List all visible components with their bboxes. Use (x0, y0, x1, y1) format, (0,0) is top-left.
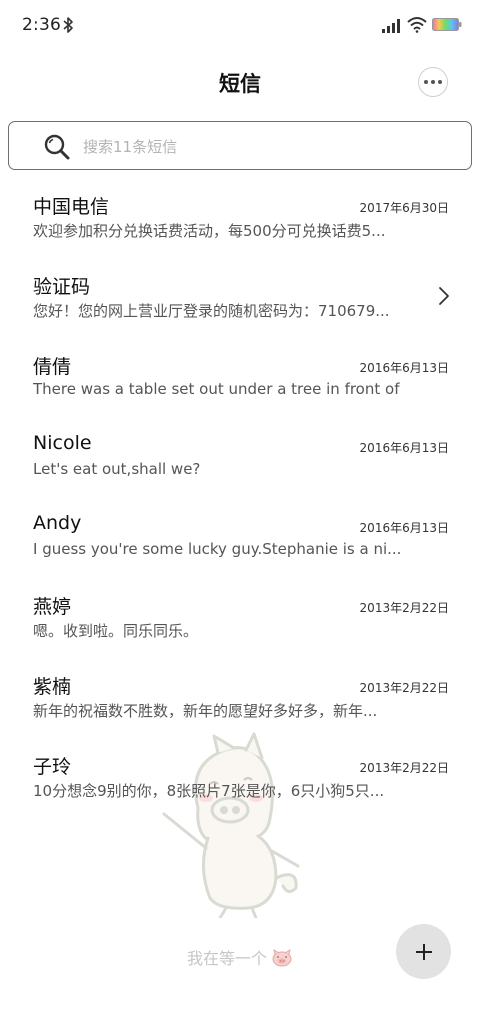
message-preview: 嗯。收到啦。同乐同乐。 (33, 622, 199, 640)
message-item[interactable]: Andy 2016年6月13日 I guess you're some luck… (0, 497, 480, 577)
message-date: 2013年2月22日 (359, 761, 449, 775)
battery-icon (432, 18, 462, 31)
message-sender: 紫楠 (33, 676, 72, 698)
wifi-icon (407, 17, 427, 33)
status-time: 2:36 (22, 15, 61, 35)
pig-icon (272, 949, 292, 967)
message-preview: I guess you're some lucky guy.Stephanie … (33, 540, 402, 558)
message-item[interactable]: 倩倩 2016年6月13日 There was a table set out … (0, 337, 480, 417)
message-preview: Let's eat out,shall we? (33, 460, 201, 478)
signal-icon (382, 19, 400, 33)
more-options-button[interactable] (418, 67, 448, 97)
message-sender: 子玲 (33, 756, 72, 778)
footer-note-text: 我在等一个 (186, 949, 267, 968)
message-preview: 10分想念9别的你，8张照片7张是你，6只小狗5只... (33, 782, 385, 800)
message-date: 2016年6月13日 (359, 521, 449, 535)
message-item[interactable]: 紫楠 2013年2月22日 新年的祝福数不胜数，新年的愿望好多好多，新年... (0, 657, 480, 737)
message-sender: 燕婷 (33, 596, 72, 618)
message-sender: 倩倩 (33, 356, 72, 378)
message-sender: 中国电信 (33, 196, 110, 218)
bluetooth-icon (63, 17, 73, 33)
message-date: 2017年6月30日 (359, 201, 449, 215)
new-message-button[interactable] (396, 924, 451, 979)
sms-screen: 2:36 短信 搜索11条短信 中国电信 2017年6月30日 欢迎参加积分兑换… (0, 0, 480, 1013)
message-preview: 新年的祝福数不胜数，新年的愿望好多好多，新年... (33, 702, 378, 720)
more-icon (424, 80, 428, 84)
message-item[interactable]: 验证码 您好！您的网上营业厅登录的随机密码为：710679... (0, 257, 480, 337)
message-sender: Nicole (33, 432, 92, 454)
message-preview: There was a table set out under a tree i… (33, 380, 403, 398)
search-input[interactable] (81, 132, 455, 162)
chevron-right-icon (439, 287, 449, 305)
search-icon (44, 134, 70, 160)
message-preview: 欢迎参加积分兑换话费活动，每500分可兑换话费5... (33, 222, 386, 240)
message-sender: Andy (33, 512, 82, 534)
message-preview: 您好！您的网上营业厅登录的随机密码为：710679... (33, 302, 390, 320)
message-item[interactable]: 燕婷 2013年2月22日 嗯。收到啦。同乐同乐。 (0, 577, 480, 657)
message-date: 2013年2月22日 (359, 601, 449, 615)
plus-icon (415, 943, 432, 960)
message-date: 2016年6月13日 (359, 361, 449, 375)
message-item[interactable]: 子玲 2013年2月22日 10分想念9别的你，8张照片7张是你，6只小狗5只.… (0, 737, 480, 817)
more-icon-dot (431, 80, 435, 84)
message-list: 中国电信 2017年6月30日 欢迎参加积分兑换话费活动，每500分可兑换话费5… (0, 177, 480, 817)
message-date: 2013年2月22日 (359, 681, 449, 695)
message-item[interactable]: 中国电信 2017年6月30日 欢迎参加积分兑换话费活动，每500分可兑换话费5… (0, 177, 480, 257)
message-sender: 验证码 (33, 276, 91, 298)
message-item[interactable]: Nicole 2016年6月13日 Let's eat out,shall we… (0, 417, 480, 497)
status-bar: 2:36 (0, 0, 480, 52)
message-date: 2016年6月13日 (359, 441, 449, 455)
more-icon-dot (438, 80, 442, 84)
search-bar[interactable] (8, 121, 472, 170)
page-title: 短信 (219, 72, 261, 96)
